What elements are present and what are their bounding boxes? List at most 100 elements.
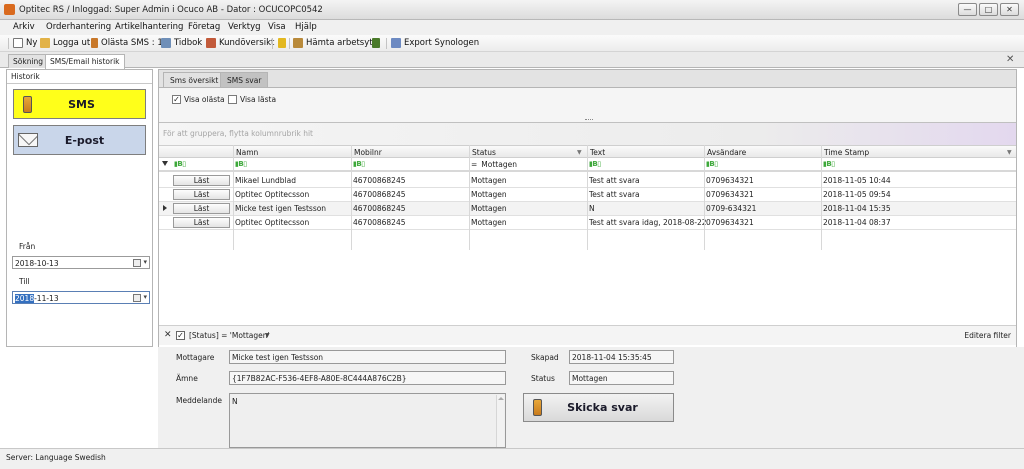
message-details: Mottagare Micke test igen Testsson Ämne … — [158, 347, 1024, 448]
phone-icon — [23, 95, 32, 113]
export-synologen-button[interactable]: Export Synologen — [391, 38, 479, 48]
history-header[interactable]: Historik — [11, 72, 40, 81]
column-divider — [469, 145, 470, 250]
message-text: N — [232, 397, 238, 406]
filter-cell-sender[interactable]: ▮B▯ — [706, 160, 718, 168]
created-field[interactable]: 2018-11-04 15:35:45 — [569, 350, 674, 364]
splitter-handle[interactable] — [585, 119, 593, 121]
minimize-button[interactable]: — — [958, 3, 977, 16]
phone-icon — [533, 399, 542, 416]
cell-timestamp: 2018-11-04 08:37 — [823, 218, 891, 227]
tab-sms-email-history[interactable]: SMS/Email historik — [45, 54, 125, 69]
logout-button[interactable]: Logga ut — [40, 38, 90, 48]
menu-artikelhantering[interactable]: Artikelhantering — [115, 22, 183, 32]
chevron-down-icon[interactable]: ▼ — [265, 332, 270, 339]
tab-sms-reply[interactable]: SMS svar — [220, 72, 269, 87]
filter-cell-mobile[interactable]: ▮B▯ — [353, 160, 365, 168]
calendar-dropdown-icon[interactable]: ▾ — [133, 293, 147, 302]
new-button[interactable]: Ny — [13, 38, 37, 48]
menu-hjalp[interactable]: Hjälp — [295, 22, 317, 32]
maximize-button[interactable]: □ — [979, 3, 998, 16]
column-header-sender[interactable]: Avsändare — [704, 146, 821, 158]
column-divider — [821, 145, 822, 250]
show-unread-checkbox[interactable]: ✓ Visa olästa — [172, 95, 225, 104]
clear-filter-icon[interactable]: ✕ — [164, 330, 172, 340]
close-window-button[interactable]: ✕ — [1000, 3, 1019, 16]
toolbar-separator — [289, 38, 290, 49]
tab-sms-overview[interactable]: Sms översikt — [163, 72, 226, 87]
filter-cell-status[interactable]: = Mottagen — [471, 160, 517, 169]
tab-search[interactable]: Sökning — [8, 54, 49, 68]
edit-filter-button[interactable]: Editera filter — [964, 331, 1011, 340]
app-icon — [4, 4, 15, 15]
filter-operator-icon: ▮B▯ — [174, 160, 186, 168]
subject-field[interactable]: {1F7B82AC-F536-4EF8-A80E-8C444A876C2B} — [229, 371, 506, 385]
filter-cell-button[interactable]: ▮B▯ — [174, 160, 186, 168]
chevron-down-icon[interactable]: ▼ — [1007, 149, 1012, 156]
run-button[interactable] — [372, 38, 383, 48]
show-read-checkbox[interactable]: Visa lästa — [228, 95, 276, 104]
mark-read-button[interactable]: Läst — [173, 217, 230, 228]
cell-mobile: 46700868245 — [353, 190, 406, 199]
mark-read-button[interactable]: Läst — [173, 175, 230, 186]
menu-verktyg[interactable]: Verktyg — [228, 22, 261, 32]
menu-foretag[interactable]: Företag — [188, 22, 220, 32]
filter-funnel-icon[interactable] — [162, 161, 168, 166]
customer-overview-button[interactable]: Kundöversikt — [206, 38, 274, 48]
sms-button[interactable]: SMS — [13, 89, 146, 119]
unread-sms-button[interactable]: Olästa SMS : 1 — [91, 38, 163, 48]
filter-expression[interactable]: [Status] = 'Mottagen' — [189, 331, 270, 340]
scrollbar[interactable] — [496, 395, 504, 447]
subject-label: Ämne — [176, 374, 198, 383]
menu-orderhantering[interactable]: Orderhantering — [46, 22, 111, 32]
filter-cell-timestamp[interactable]: ▮B▯ — [823, 160, 835, 168]
filter-operator-icon: ▮B▯ — [353, 160, 365, 168]
to-date-field[interactable]: 2018-11-13 ▾ — [12, 291, 150, 304]
from-label: Från — [19, 242, 36, 251]
column-header-mobile[interactable]: Mobilnr — [351, 146, 469, 158]
close-tab-icon[interactable]: ✕ — [1006, 54, 1014, 65]
filter-cell-name[interactable]: ▮B▯ — [235, 160, 247, 168]
checkbox-empty-icon — [228, 95, 237, 104]
filter-enabled-checkbox[interactable]: ✓ — [176, 331, 185, 340]
folder-icon — [293, 38, 303, 48]
column-header-status[interactable]: Status — [469, 146, 587, 158]
filter-operator-icon: ▮B▯ — [235, 160, 247, 168]
mark-read-button[interactable]: Läst — [173, 203, 230, 214]
column-divider — [704, 145, 705, 250]
receiver-field[interactable]: Micke test igen Testsson — [229, 350, 506, 364]
from-date-field[interactable]: 2018-10-13 ▾ — [12, 256, 150, 269]
group-panel[interactable]: För att gruppera, flytta kolumnrubrik hi… — [159, 123, 1016, 145]
envelope-icon — [18, 133, 38, 147]
calendar-icon — [161, 38, 171, 48]
column-header-timestamp[interactable]: Time Stamp — [821, 146, 1016, 158]
filter-cell-text[interactable]: ▮B▯ — [589, 160, 601, 168]
show-unread-label: Visa olästa — [184, 95, 225, 104]
cell-mobile: 46700868245 — [353, 204, 406, 213]
filter-active-icon[interactable]: ▼ — [577, 149, 582, 156]
timebook-button[interactable]: Tidbok — [161, 38, 202, 48]
cell-timestamp: 2018-11-05 09:54 — [823, 190, 891, 199]
phone-icon — [91, 38, 98, 48]
column-header-name[interactable]: Namn — [233, 146, 351, 158]
to-label: Till — [19, 277, 30, 286]
menu-visa[interactable]: Visa — [268, 22, 286, 32]
status-field[interactable]: Mottagen — [569, 371, 674, 385]
column-header-button — [172, 146, 233, 158]
calendar-dropdown-icon[interactable]: ▾ — [133, 258, 147, 267]
message-field[interactable]: N — [229, 393, 506, 448]
column-header-text[interactable]: Text — [587, 146, 704, 158]
filter-operator-icon: ▮B▯ — [589, 160, 601, 168]
cell-mobile: 46700868245 — [353, 176, 406, 185]
timebook-label: Tidbok — [174, 38, 203, 48]
mark-read-button[interactable]: Läst — [173, 189, 230, 200]
cell-name: Micke test igen Testsson — [235, 204, 327, 213]
cell-sender: 0709634321 — [706, 176, 754, 185]
cell-status: Mottagen — [471, 218, 507, 227]
new-label: Ny — [26, 38, 38, 48]
email-button[interactable]: E-post — [13, 125, 146, 155]
send-reply-button[interactable]: Skicka svar — [523, 393, 674, 422]
menu-arkiv[interactable]: Arkiv — [13, 22, 35, 32]
fetch-workspace-button[interactable]: Hämta arbetsyta — [293, 38, 378, 48]
lock-button[interactable] — [278, 38, 289, 48]
